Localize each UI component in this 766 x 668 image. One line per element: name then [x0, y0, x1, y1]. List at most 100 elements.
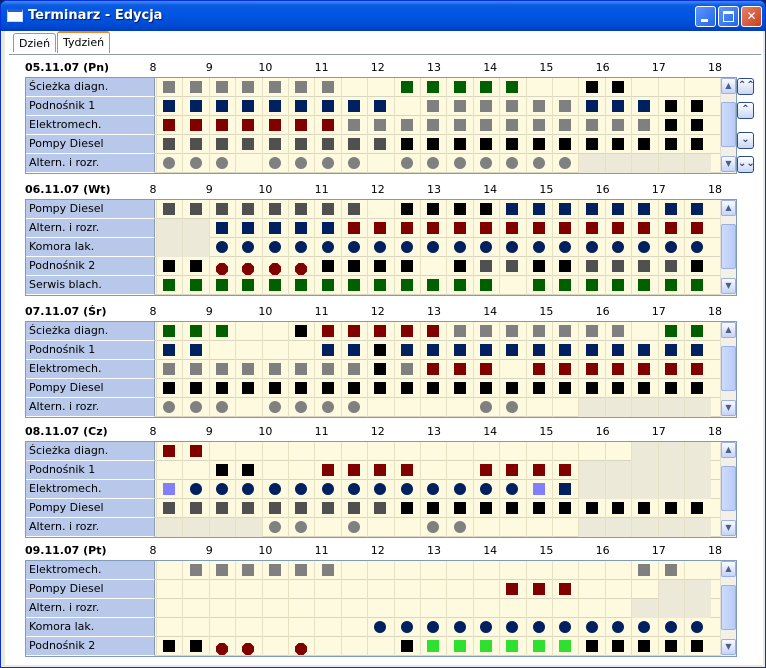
booking-marker-square[interactable] — [638, 138, 651, 150]
time-slot[interactable] — [261, 637, 288, 656]
booking-marker-circle[interactable] — [453, 157, 466, 169]
time-slot[interactable] — [182, 461, 208, 480]
time-slot[interactable] — [367, 637, 393, 656]
booking-marker-square[interactable] — [664, 279, 677, 291]
tab-week[interactable]: Tydzień — [57, 31, 111, 53]
booking-marker-square[interactable] — [612, 502, 624, 514]
booking-marker-square[interactable] — [638, 203, 651, 215]
time-slot[interactable] — [631, 154, 657, 173]
booking-marker-square[interactable] — [480, 222, 492, 234]
time-slot[interactable] — [393, 398, 420, 417]
booking-marker-square[interactable] — [532, 203, 545, 215]
time-slot[interactable] — [288, 618, 314, 637]
booking-marker-square[interactable] — [427, 279, 440, 291]
booking-marker-square[interactable] — [612, 640, 624, 652]
booking-marker-square[interactable] — [321, 363, 334, 375]
booking-marker-square[interactable] — [321, 81, 334, 93]
booking-marker-square[interactable] — [400, 222, 413, 234]
booking-marker-square[interactable] — [480, 325, 492, 337]
booking-marker-square[interactable] — [189, 640, 202, 652]
booking-marker-circle[interactable] — [480, 401, 492, 413]
time-slot[interactable] — [684, 442, 710, 461]
booking-marker-square[interactable] — [400, 119, 413, 131]
booking-marker-square[interactable] — [612, 100, 624, 112]
time-slot[interactable] — [472, 580, 499, 599]
booking-marker-square[interactable] — [400, 464, 413, 476]
time-slot[interactable] — [235, 154, 261, 173]
time-slot[interactable] — [420, 561, 446, 580]
booking-marker-square[interactable] — [189, 502, 202, 514]
booking-marker-square[interactable] — [374, 382, 387, 394]
time-slot[interactable] — [657, 442, 684, 461]
booking-marker-square[interactable] — [189, 363, 202, 375]
time-slot[interactable] — [261, 580, 288, 599]
time-slot[interactable] — [367, 78, 393, 97]
booking-marker-square[interactable] — [242, 464, 255, 476]
booking-marker-square[interactable] — [216, 279, 228, 291]
booking-marker-square[interactable] — [374, 344, 387, 356]
scroll-bottom-button[interactable]: ⌄⌄ — [737, 156, 755, 173]
time-slot[interactable] — [367, 200, 393, 219]
time-slot[interactable] — [446, 442, 472, 461]
time-slot[interactable] — [208, 618, 235, 637]
day-scrollbar[interactable]: ▲ ▼ — [720, 200, 736, 295]
time-slot[interactable] — [393, 561, 420, 580]
booking-marker-square[interactable] — [268, 81, 281, 93]
time-slot[interactable] — [604, 398, 631, 417]
booking-marker-square[interactable] — [321, 564, 334, 576]
booking-marker-square[interactable] — [189, 279, 202, 291]
booking-marker-square[interactable] — [506, 464, 519, 476]
time-slot[interactable] — [578, 599, 604, 618]
time-slot[interactable] — [472, 561, 499, 580]
booking-marker-square[interactable] — [295, 81, 308, 93]
booking-marker-circle[interactable] — [532, 241, 545, 253]
time-slot[interactable] — [446, 561, 472, 580]
booking-marker-square[interactable] — [691, 344, 704, 356]
booking-marker-square[interactable] — [427, 325, 440, 337]
booking-marker-circle[interactable] — [321, 157, 334, 169]
booking-marker-square[interactable] — [295, 363, 308, 375]
booking-marker-square[interactable] — [664, 119, 677, 131]
time-slot[interactable] — [604, 518, 631, 537]
booking-marker-circle[interactable] — [400, 483, 413, 495]
time-slot[interactable] — [552, 442, 578, 461]
time-slot[interactable] — [340, 442, 367, 461]
booking-marker-circle[interactable] — [216, 157, 228, 169]
booking-marker-circle[interactable] — [321, 241, 334, 253]
booking-marker-square[interactable] — [216, 119, 228, 131]
scroll-up-arrow-icon[interactable]: ▲ — [721, 442, 736, 458]
booking-marker-square[interactable] — [216, 382, 228, 394]
time-slot[interactable] — [393, 442, 420, 461]
booking-marker-square[interactable] — [559, 222, 572, 234]
time-slot[interactable] — [552, 561, 578, 580]
booking-marker-square[interactable] — [242, 81, 255, 93]
booking-marker-square[interactable] — [242, 502, 255, 514]
time-slot[interactable] — [578, 518, 604, 537]
time-slot[interactable] — [552, 78, 578, 97]
booking-marker-square[interactable] — [559, 138, 572, 150]
time-slot[interactable] — [367, 599, 393, 618]
booking-marker-square[interactable] — [163, 279, 176, 291]
booking-marker-square[interactable] — [453, 382, 466, 394]
booking-marker-circle[interactable] — [400, 157, 413, 169]
time-slot[interactable] — [367, 154, 393, 173]
booking-marker-square[interactable] — [453, 203, 466, 215]
booking-marker-square[interactable] — [216, 502, 228, 514]
booking-marker-square[interactable] — [427, 203, 440, 215]
booking-marker-square[interactable] — [163, 445, 176, 457]
booking-marker-square[interactable] — [295, 564, 308, 576]
booking-marker-square[interactable] — [506, 203, 519, 215]
booking-marker-square[interactable] — [691, 325, 704, 337]
time-slot[interactable] — [235, 398, 261, 417]
booking-marker-square[interactable] — [612, 222, 624, 234]
booking-marker-square[interactable] — [348, 119, 360, 131]
booking-marker-octagon[interactable] — [242, 640, 255, 655]
booking-marker-square[interactable] — [400, 363, 413, 375]
tab-day[interactable]: Dzień — [13, 33, 57, 52]
time-slot[interactable] — [208, 518, 235, 537]
booking-marker-square[interactable] — [374, 325, 387, 337]
booking-marker-square[interactable] — [321, 119, 334, 131]
booking-marker-square[interactable] — [664, 100, 677, 112]
scroll-down-arrow-icon[interactable]: ▼ — [721, 278, 736, 294]
booking-marker-square[interactable] — [506, 325, 519, 337]
